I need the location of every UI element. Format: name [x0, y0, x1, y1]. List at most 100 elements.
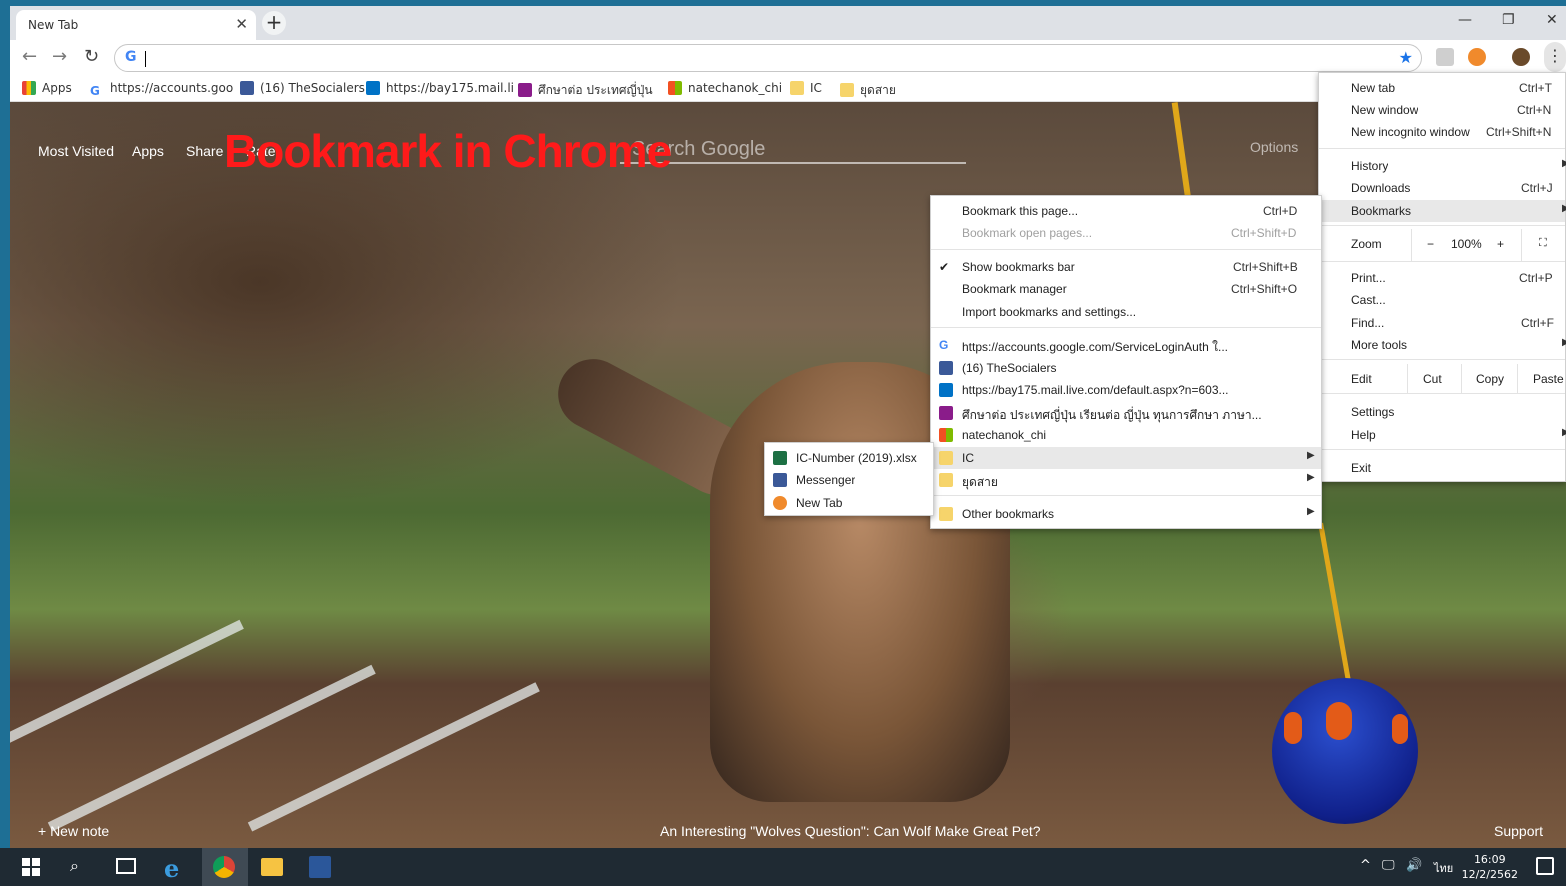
menu-separator [1319, 148, 1565, 149]
menu-separator [1319, 225, 1565, 226]
extension-icon[interactable] [1436, 48, 1454, 66]
chrome-main-menu: New tab Ctrl+T New window Ctrl+N New incog… [1318, 72, 1566, 482]
menu-find[interactable]: Find... Ctrl+F [1319, 312, 1565, 334]
avatar[interactable] [1512, 48, 1530, 66]
folder-icon [939, 473, 953, 487]
menu-separator [1319, 393, 1565, 394]
menu-bookmarks[interactable]: Bookmarks ▶ [1319, 200, 1566, 222]
notifications-icon[interactable] [1536, 857, 1554, 875]
bookmark-study-japan[interactable]: ศึกษาต่อ ประเทศญี่ปุ่น [518, 81, 653, 100]
fullscreen-icon[interactable]: ⛶ [1539, 237, 1547, 250]
menu-exit[interactable]: Exit [1319, 457, 1565, 479]
photo-caption[interactable]: An Interesting "Wolves Question": Can Wo… [660, 823, 1041, 839]
menu-zoom-row: Zoom − 100% + ⛶ [1319, 229, 1565, 261]
menu-separator [931, 495, 1321, 496]
cut-button[interactable]: Cut [1423, 372, 1442, 386]
menu-downloads[interactable]: Downloads Ctrl+J [1319, 177, 1565, 199]
ic-item-new-tab[interactable]: New Tab [765, 492, 933, 514]
clock[interactable]: 16:09 12/2/2562 [1462, 852, 1518, 882]
bm-menu-bay175-mail[interactable]: https://bay175.mail.live.com/default.asp… [931, 379, 1321, 401]
bm-menu-bookmark-page[interactable]: Bookmark this page... Ctrl+D [931, 200, 1321, 222]
bm-menu-bookmark-open-pages[interactable]: Bookmark open pages... Ctrl+Shift+D [931, 222, 1321, 244]
bookmark-bay175-mail[interactable]: https://bay175.mail.li [366, 81, 514, 95]
tray-overflow-icon[interactable]: ^ [1360, 858, 1371, 884]
link-share[interactable]: Share [186, 143, 223, 159]
paste-button[interactable]: Paste [1533, 372, 1564, 386]
menu-new-tab[interactable]: New tab Ctrl+T [1319, 77, 1565, 99]
bm-menu-other-bookmarks[interactable]: Other bookmarks ▶ [931, 503, 1321, 525]
bm-menu-import[interactable]: Import bookmarks and settings... [931, 301, 1321, 323]
new-note-link[interactable]: + New note [38, 823, 109, 839]
menu-more-tools[interactable]: More tools ▶ [1319, 334, 1566, 356]
submenu-arrow-icon: ▶ [1562, 427, 1566, 438]
menu-new-window[interactable]: New window Ctrl+N [1319, 99, 1565, 121]
menu-settings[interactable]: Settings [1319, 401, 1565, 423]
site-icon [518, 83, 532, 97]
tab-title: New Tab [28, 18, 79, 32]
ic-item-excel[interactable]: IC-Number (2019).xlsx [765, 447, 933, 469]
submenu-arrow-icon: ▶ [1562, 337, 1566, 348]
menu-new-incognito-window[interactable]: New incognito window Ctrl+Shift+N [1319, 121, 1565, 143]
task-view-icon[interactable] [116, 858, 136, 874]
windows-start-icon[interactable] [22, 858, 40, 876]
tab-close-icon[interactable]: ✕ [235, 15, 248, 33]
minimize-icon[interactable]: — [1458, 12, 1472, 28]
link-apps[interactable]: Apps [132, 143, 164, 159]
fox-extension-icon[interactable] [1468, 48, 1486, 66]
restore-icon[interactable]: ❐ [1502, 12, 1515, 28]
slide-frame-left [0, 0, 10, 886]
excel-icon [773, 451, 787, 465]
bookmark-star-icon[interactable]: ★ [1399, 48, 1413, 67]
menu-print[interactable]: Print... Ctrl+P [1319, 267, 1565, 289]
bookmark-folder-ic[interactable]: IC [790, 81, 822, 95]
bookmark-apps[interactable]: Apps [22, 81, 72, 95]
forward-icon[interactable]: → [52, 46, 67, 67]
support-link[interactable]: Support [1494, 823, 1543, 839]
search-icon[interactable]: ⌕ [70, 856, 79, 882]
ball-spot [1392, 714, 1408, 744]
bm-menu-study-japan[interactable]: ศึกษาต่อ ประเทศญี่ปุ่น เรียนต่อ ญี่ปุ่น … [931, 402, 1321, 424]
options-link[interactable]: Options [1250, 139, 1298, 155]
zoom-in-button[interactable]: + [1497, 237, 1504, 251]
menu-edit-row: Edit Cut Copy Paste [1319, 364, 1565, 394]
bm-menu-natechanok[interactable]: natechanok_chi [931, 424, 1321, 446]
back-icon[interactable]: ← [22, 46, 37, 67]
outlook-icon [939, 383, 953, 397]
omnibox[interactable]: G ★ [114, 44, 1422, 72]
menu-help[interactable]: Help ▶ [1319, 424, 1566, 446]
overlay-title: Bookmark in Chrome [224, 125, 672, 177]
bookmark-natechanok[interactable]: natechanok_chi [668, 81, 782, 95]
bookmark-thesocialers[interactable]: (16) TheSocialers [240, 81, 365, 95]
menu-cast[interactable]: Cast... [1319, 289, 1565, 311]
toy-ball [1272, 678, 1418, 824]
chrome-menu-icon[interactable]: ⋮ [1544, 42, 1566, 72]
bookmark-google-accounts[interactable]: Ghttps://accounts.goo [90, 81, 233, 98]
menu-history[interactable]: History ▶ [1319, 155, 1566, 177]
facebook-icon [240, 81, 254, 95]
bm-menu-thesocialers[interactable]: (16) TheSocialers [931, 357, 1321, 379]
internet-explorer-icon[interactable]: e [164, 854, 179, 883]
edit-divider [1407, 364, 1408, 394]
bookmark-folder-yudsai[interactable]: ยุดสาย [840, 81, 896, 100]
network-icon[interactable]: 🖵 [1382, 858, 1395, 884]
bm-menu-bookmark-manager[interactable]: Bookmark manager Ctrl+Shift+O [931, 278, 1321, 300]
reload-icon[interactable]: ↻ [84, 46, 99, 67]
word-icon[interactable] [309, 856, 331, 878]
tab-new-tab[interactable]: New Tab ✕ [16, 10, 256, 40]
folder-icon [790, 81, 804, 95]
language-indicator[interactable]: ไทย [1434, 859, 1453, 885]
bm-menu-folder-ic[interactable]: IC ▶ [931, 447, 1321, 469]
volume-icon[interactable]: 🔊 [1406, 858, 1422, 884]
clock-time: 16:09 [1473, 853, 1506, 866]
bm-menu-show-bookmarks-bar[interactable]: ✔ Show bookmarks bar Ctrl+Shift+B [931, 256, 1321, 278]
file-explorer-icon[interactable] [261, 858, 283, 876]
zoom-out-button[interactable]: − [1427, 237, 1434, 251]
copy-button[interactable]: Copy [1476, 372, 1504, 386]
link-most-visited[interactable]: Most Visited [38, 143, 114, 159]
bm-menu-folder-yudsai[interactable]: ยุดสาย ▶ [931, 469, 1321, 491]
bm-menu-google-accounts[interactable]: Ghttps://accounts.google.com/ServiceLogi… [931, 334, 1321, 356]
ic-item-messenger[interactable]: Messenger [765, 469, 933, 491]
new-tab-button[interactable]: + [262, 11, 286, 35]
window-close-icon[interactable]: ✕ [1546, 12, 1558, 28]
floor-plank [10, 619, 244, 752]
